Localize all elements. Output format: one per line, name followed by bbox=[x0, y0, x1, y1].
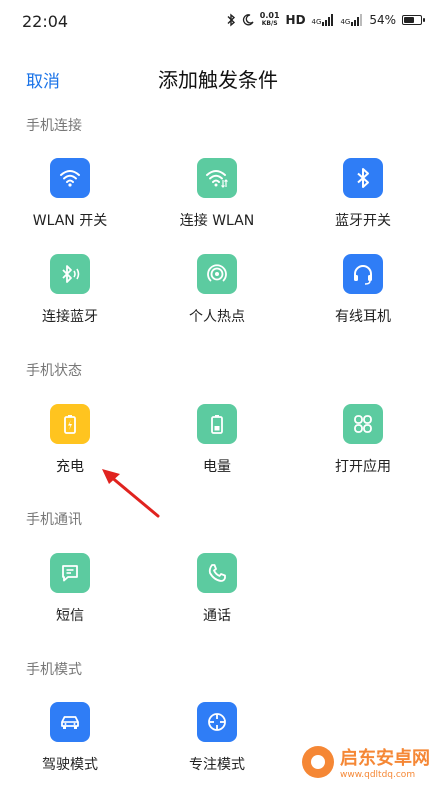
charging-icon bbox=[50, 404, 90, 444]
focus-icon bbox=[197, 702, 237, 742]
battery-icon bbox=[402, 15, 425, 25]
signal-icon bbox=[322, 14, 334, 26]
hd-badge: HD bbox=[285, 13, 306, 27]
bluetooth-icon bbox=[343, 158, 383, 198]
tile-label: 连接 WLAN bbox=[179, 213, 255, 229]
tile-label: 电量 bbox=[203, 459, 231, 475]
section-title-connection: 手机连接 bbox=[26, 118, 82, 134]
wifi-connect-icon bbox=[197, 158, 237, 198]
tile-driving-mode[interactable]: 驾驶模式 bbox=[0, 702, 140, 782]
tile-bluetooth-switch[interactable]: 蓝牙开关 bbox=[293, 158, 433, 238]
hotspot-icon bbox=[197, 254, 237, 294]
tile-wlan-switch[interactable]: WLAN 开关 bbox=[0, 158, 140, 238]
status-bar: 22:04 0.01 KB/S HD 4G 4G 54% bbox=[0, 0, 436, 44]
bluetooth-status-icon bbox=[227, 13, 235, 27]
network-speed: 0.01 KB/S bbox=[259, 11, 280, 28]
moon-icon bbox=[242, 14, 254, 26]
tile-connect-bluetooth[interactable]: 连接蓝牙 bbox=[0, 254, 140, 334]
tile-label: 短信 bbox=[56, 608, 84, 624]
page-title: 添加触发条件 bbox=[158, 68, 278, 92]
battery-percent: 54% bbox=[369, 13, 396, 27]
watermark-logo-icon bbox=[302, 746, 334, 778]
section-title-status: 手机状态 bbox=[26, 363, 82, 379]
car-icon bbox=[50, 702, 90, 742]
bluetooth-connect-icon bbox=[50, 254, 90, 294]
tile-label: 通话 bbox=[203, 608, 231, 624]
tile-call[interactable]: 通话 bbox=[147, 553, 287, 633]
tile-open-app[interactable]: 打开应用 bbox=[293, 404, 433, 484]
watermark: 启东安卓网 www.qdltdq.com bbox=[302, 744, 430, 780]
signal-icon bbox=[351, 14, 363, 26]
phone-icon bbox=[197, 553, 237, 593]
watermark-url: www.qdltdq.com bbox=[340, 770, 416, 780]
tile-hotspot[interactable]: 个人热点 bbox=[147, 254, 287, 334]
tile-focus-mode[interactable]: 专注模式 bbox=[147, 702, 287, 782]
tile-sms[interactable]: 短信 bbox=[0, 553, 140, 633]
tile-label: 打开应用 bbox=[335, 459, 391, 475]
signal-4g-1: 4G bbox=[312, 14, 335, 26]
tile-label: WLAN 开关 bbox=[32, 213, 108, 229]
tile-wired-headphones[interactable]: 有线耳机 bbox=[293, 254, 433, 334]
message-icon bbox=[50, 553, 90, 593]
signal-4g-2: 4G bbox=[340, 14, 363, 26]
tile-label: 个人热点 bbox=[189, 309, 245, 325]
red-arrow-annotation bbox=[102, 469, 160, 518]
tile-label: 蓝牙开关 bbox=[335, 213, 391, 229]
headphones-icon bbox=[343, 254, 383, 294]
tile-label: 连接蓝牙 bbox=[42, 309, 98, 325]
tile-label: 驾驶模式 bbox=[42, 757, 98, 773]
top-nav: 取消 添加触发条件 bbox=[0, 52, 436, 102]
tile-connect-wlan[interactable]: 连接 WLAN bbox=[147, 158, 287, 238]
status-time: 22:04 bbox=[22, 12, 69, 31]
tile-label: 有线耳机 bbox=[335, 309, 391, 325]
section-title-communication: 手机通讯 bbox=[26, 512, 82, 528]
battery-level-icon bbox=[197, 404, 237, 444]
wifi-icon bbox=[50, 158, 90, 198]
apps-icon bbox=[343, 404, 383, 444]
tile-battery-level[interactable]: 电量 bbox=[147, 404, 287, 484]
section-title-mode: 手机模式 bbox=[26, 662, 82, 678]
watermark-name: 启东安卓网 bbox=[340, 748, 430, 769]
tile-label: 专注模式 bbox=[189, 757, 245, 773]
status-icons: 0.01 KB/S HD 4G 4G 54% bbox=[226, 11, 425, 28]
